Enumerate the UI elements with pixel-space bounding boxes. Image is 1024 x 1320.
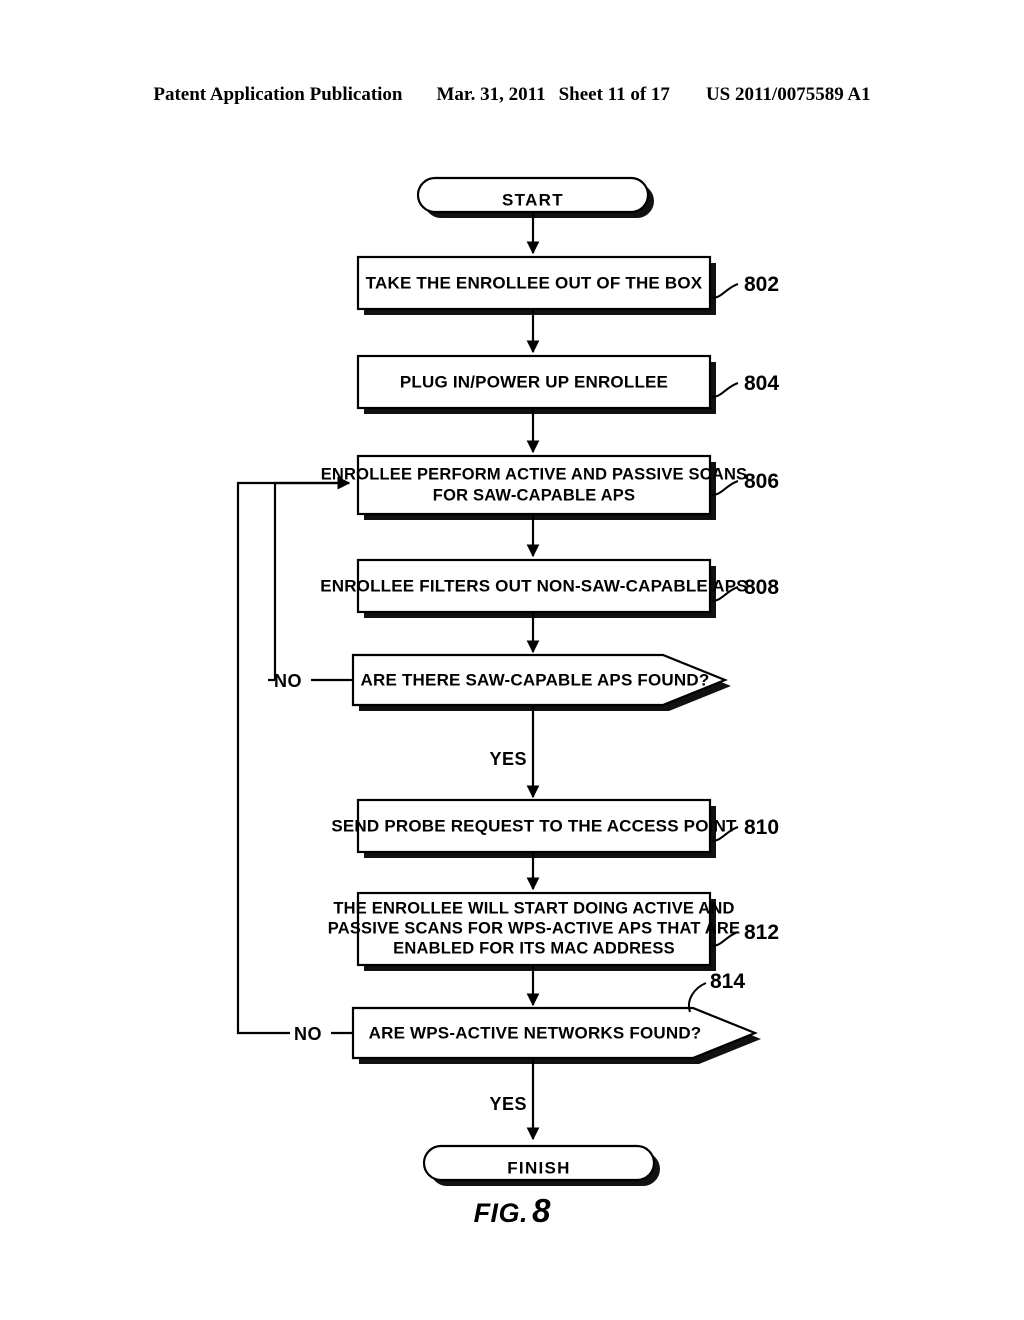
step-812-line-3: ENABLED FOR ITS MAC ADDRESS <box>393 939 675 957</box>
node-step-802: TAKE THE ENROLLEE OUT OF THE BOX <box>356 255 716 315</box>
connector-decision-2-no-feedback <box>236 476 351 1035</box>
decision-1-label: ARE THERE SAW-CAPABLE APS FOUND? <box>361 670 710 689</box>
node-finish: FINISH <box>422 1144 660 1186</box>
decision-2-yes-label: YES <box>489 1094 527 1114</box>
ref-numeral-808: 808 <box>744 576 779 599</box>
figure-label: FIG. <box>473 1198 529 1228</box>
patent-figure-page: Patent Application Publication Mar. 31, 2… <box>0 0 1024 1320</box>
step-812-line-2: PASSIVE SCANS FOR WPS-ACTIVE APS THAT AR… <box>328 919 740 937</box>
decision-2-no-label: NO <box>294 1024 322 1044</box>
node-step-806: ENROLLEE PERFORM ACTIVE AND PASSIVE SCAN… <box>321 454 748 520</box>
decision-1-no-label: NO <box>274 671 302 691</box>
step-802-line-1: TAKE THE ENROLLEE OUT OF THE BOX <box>366 273 703 292</box>
step-812-line-1: THE ENROLLEE WILL START DOING ACTIVE AND <box>333 899 734 917</box>
node-decision-saw-capable: ARE THERE SAW-CAPABLE APS FOUND? <box>351 653 731 711</box>
step-808-line-1: ENROLLEE FILTERS OUT NON-SAW-CAPABLE APS <box>320 576 748 595</box>
ref-numeral-806: 806 <box>744 470 779 493</box>
step-806-line-2: FOR SAW-CAPABLE APS <box>433 486 635 504</box>
step-806-line-1: ENROLLEE PERFORM ACTIVE AND PASSIVE SCAN… <box>321 465 748 483</box>
ref-numeral-802: 802 <box>744 273 779 296</box>
figure-caption: FIG. 8 <box>0 1192 1024 1230</box>
ref-numeral-810: 810 <box>744 816 779 839</box>
node-step-810: SEND PROBE REQUEST TO THE ACCESS POINT <box>331 798 737 858</box>
node-start: START <box>416 176 654 218</box>
figure-number: 8 <box>532 1192 551 1229</box>
decision-1-yes-label: YES <box>489 749 527 769</box>
step-804-line-1: PLUG IN/POWER UP ENROLLEE <box>400 372 668 391</box>
decision-2-label: ARE WPS-ACTIVE NETWORKS FOUND? <box>369 1023 702 1042</box>
node-step-812: THE ENROLLEE WILL START DOING ACTIVE AND… <box>328 891 740 971</box>
ref-numeral-814: 814 <box>710 970 745 993</box>
ref-numeral-812: 812 <box>744 921 779 944</box>
ref-numeral-804: 804 <box>744 372 779 395</box>
step-810-line-1: SEND PROBE REQUEST TO THE ACCESS POINT <box>331 816 737 835</box>
finish-label: FINISH <box>507 1158 571 1177</box>
flowchart-diagram: START TAKE THE ENROLLEE OUT OF THE BOX 8… <box>236 176 779 1186</box>
node-step-804: PLUG IN/POWER UP ENROLLEE <box>356 354 716 414</box>
node-decision-wps-active: ARE WPS-ACTIVE NETWORKS FOUND? <box>351 1006 761 1064</box>
start-label: START <box>502 190 564 209</box>
node-step-808: ENROLLEE FILTERS OUT NON-SAW-CAPABLE APS <box>320 558 748 618</box>
